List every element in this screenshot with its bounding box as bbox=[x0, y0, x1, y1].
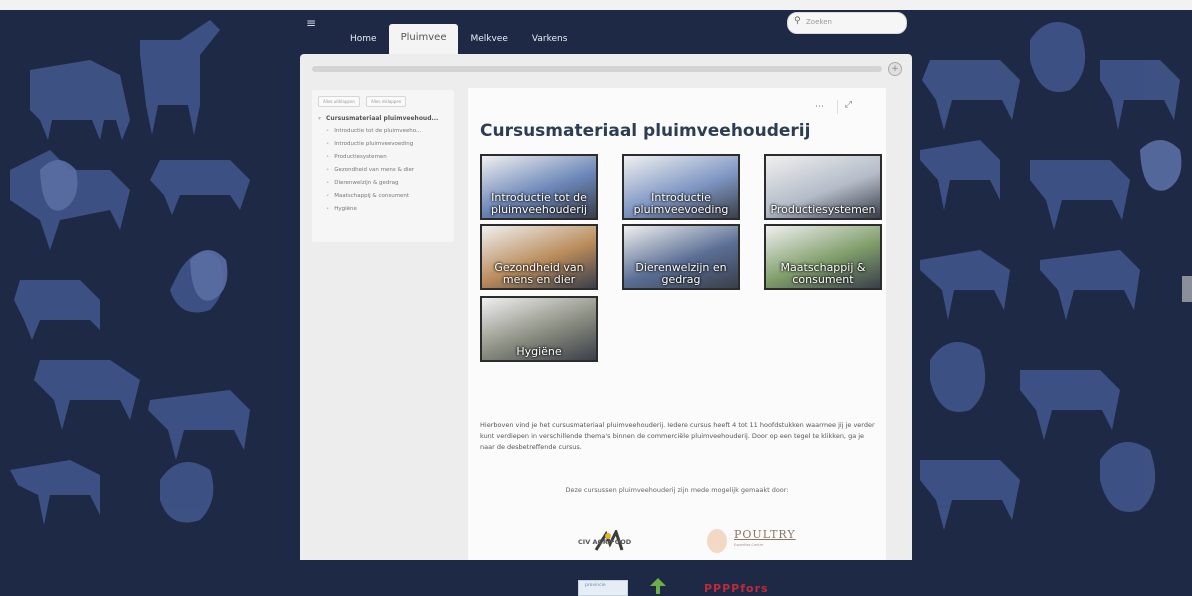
side-scroll-handle[interactable] bbox=[1182, 276, 1192, 302]
content-area: ⋯ ⤢ Cursusmateriaal pluimveehouderij Int… bbox=[468, 88, 886, 596]
main-tabs: Home Pluimvee Melkvee Varkens bbox=[338, 24, 579, 54]
collapse-all-button[interactable]: Alles inklappen bbox=[365, 96, 407, 107]
search-icon: ⚲ bbox=[794, 16, 801, 26]
tile-gezondheid[interactable]: Gezondheid van mens en dier bbox=[480, 224, 598, 290]
sidebar-item-gezondheid[interactable]: • Gezondheid van mens & dier bbox=[318, 164, 452, 177]
sidebar-item-hygiene[interactable]: • Hygiëne bbox=[318, 203, 452, 216]
search-placeholder: Zoeken bbox=[806, 18, 832, 26]
poultry-expertise-logo: POULTRY Expertise Centre bbox=[704, 526, 795, 554]
plus-circle-icon[interactable]: + bbox=[888, 62, 902, 76]
tab-pluimvee[interactable]: Pluimvee bbox=[388, 24, 459, 54]
expand-all-button[interactable]: Alles uitklappen bbox=[318, 96, 360, 107]
tab-melkvee[interactable]: Melkvee bbox=[458, 24, 519, 54]
tile-dierenwelzijn[interactable]: Dierenwelzijn en gedrag bbox=[622, 224, 740, 290]
sidebar-item-maatschappij[interactable]: • Maatschappij & consument bbox=[318, 190, 452, 203]
course-panel: + Alles uitklappen Alles inklappen ▾ Curs… bbox=[300, 54, 912, 596]
search-input[interactable]: ⚲ Zoeken bbox=[787, 12, 907, 34]
tile-hygiene[interactable]: Hygiëne bbox=[480, 296, 598, 362]
progress-bar bbox=[312, 66, 882, 72]
sponsor-text: Deze cursussen pluimveehouderij zijn med… bbox=[565, 486, 789, 494]
tab-home[interactable]: Home bbox=[338, 24, 389, 54]
sidebar-item-introductie-voeding[interactable]: • Introductie pluimveevoeding bbox=[318, 138, 452, 151]
expand-icon[interactable]: ⤢ bbox=[845, 100, 852, 110]
more-dots-icon[interactable]: ⋯ bbox=[815, 102, 824, 112]
tile-introductie-pluimveevoeding[interactable]: Introductie pluimveevoeding bbox=[622, 154, 740, 220]
sidebar-item-cursusmateriaal[interactable]: ▾ Cursusmateriaal pluimveehoud... bbox=[318, 112, 452, 125]
sidebar-item-productiesystemen[interactable]: • Productiesystemen bbox=[318, 151, 452, 164]
tile-maatschappij[interactable]: Maatschappij & consument bbox=[764, 224, 882, 290]
course-description: Hierboven vind je het cursusmateriaal pl… bbox=[480, 421, 875, 451]
sidebar-item-introductie-houderij[interactable]: • Introductie tot de pluimveeho... bbox=[318, 125, 452, 138]
civ-agrifood-logo: CIV AGRIFOOD bbox=[578, 530, 674, 554]
tile-productiesystemen[interactable]: Productiesystemen bbox=[764, 154, 882, 220]
course-sidebar: Alles uitklappen Alles inklappen ▾ Cursus… bbox=[312, 90, 454, 242]
recycle-leaf-logo bbox=[650, 578, 666, 594]
toolbar-divider bbox=[837, 100, 838, 114]
provincie-logo: provincie bbox=[578, 580, 628, 596]
hamburger-icon[interactable]: ≡ bbox=[306, 16, 318, 30]
sidebar-item-dierenwelzijn[interactable]: • Dierenwelzijn & gedrag bbox=[318, 177, 452, 190]
red-brand-logo: PPPPfors bbox=[704, 582, 769, 595]
tile-introductie-pluimveehouderij[interactable]: Introductie tot de pluimveehouderij bbox=[480, 154, 598, 220]
tab-varkens[interactable]: Varkens bbox=[520, 24, 580, 54]
page-title: Cursusmateriaal pluimveehouderij bbox=[480, 121, 811, 141]
